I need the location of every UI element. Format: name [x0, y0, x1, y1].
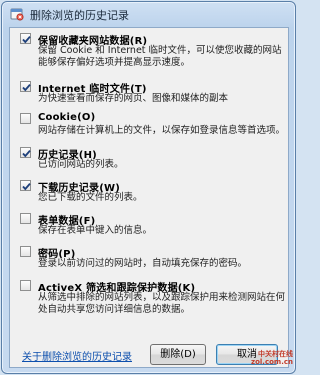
- window-title: 删除浏览的历史记录: [30, 9, 129, 22]
- checkbox-preserve-favorites[interactable]: [20, 33, 31, 44]
- option-description: 您已下载的文件的列表。: [38, 192, 143, 203]
- dialog-window: 删除浏览的历史记录 保留收藏夹网站数据(R) 保留 Cookie 和 Inter…: [1, 1, 296, 374]
- option-description: 保留 Cookie 和 Internet 临时文件，可以使您收藏的网站能够保存偏…: [38, 45, 282, 68]
- checkmark-icon: [22, 183, 31, 191]
- ie-history-icon: [10, 8, 24, 21]
- option-description: 从筛选中排除的网站列表，以及跟踪保护用来检测网站在何处自动共享您访问详细信息的数…: [38, 292, 286, 315]
- site-watermark: 中关村在线 zol.com.cn: [249, 350, 293, 372]
- checkbox-temp-files[interactable]: [20, 81, 31, 92]
- title-bar[interactable]: 删除浏览的历史记录: [2, 2, 295, 26]
- checkbox-form-data[interactable]: [20, 213, 31, 224]
- delete-button[interactable]: 删除(D): [150, 344, 206, 365]
- option-description: 网站存储在计算机上的文件，以保存如登录信息等首选项。: [38, 125, 286, 136]
- checkmark-icon: [22, 84, 31, 92]
- option-description: 为快速查看而保存的网页、图像和媒体的副本: [38, 93, 229, 104]
- about-deleting-history-link[interactable]: 关于删除浏览的历史记录: [22, 348, 132, 363]
- option-title: Cookie(O): [38, 112, 96, 123]
- checkmark-icon: [22, 36, 31, 44]
- options-panel: 保留收藏夹网站数据(R) 保留 Cookie 和 Internet 临时文件，可…: [9, 27, 289, 368]
- checkbox-download-history[interactable]: [20, 180, 31, 191]
- checkmark-icon: [22, 150, 31, 158]
- checkbox-activex-tracking[interactable]: [20, 280, 31, 291]
- watermark-line1: 中关村在线: [258, 350, 293, 358]
- watermark-line2: zol.com.cn: [251, 358, 293, 366]
- checkbox-history[interactable]: [20, 147, 31, 158]
- checkbox-passwords[interactable]: [20, 246, 31, 257]
- option-description: 登录以前访问过的网站时，自动填充保存的密码。: [38, 258, 248, 269]
- option-description: 已访问网站的列表。: [38, 159, 124, 170]
- option-description: 保存在表单中键入的信息。: [38, 225, 153, 236]
- checkbox-cookies[interactable]: [20, 113, 31, 124]
